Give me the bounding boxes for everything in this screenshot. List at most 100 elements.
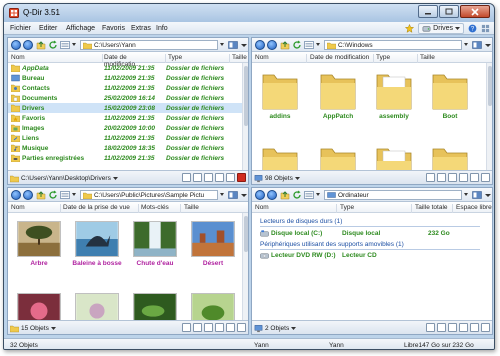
section-removable[interactable]: Périphériques utilisant des supports amo… <box>260 241 404 248</box>
layout-icon[interactable] <box>228 40 238 50</box>
folder-item[interactable]: assembly <box>372 69 416 120</box>
address-bar[interactable]: C:\Users\Public\Pictures\Sample Pictu <box>80 190 218 200</box>
address-dropdown[interactable] <box>464 43 468 46</box>
column-size[interactable]: Taille <box>232 54 248 63</box>
column-total-size[interactable]: Taille totale <box>415 204 453 213</box>
view-mode-icon[interactable] <box>304 190 314 200</box>
view-mode-dropdown[interactable] <box>72 43 76 46</box>
folder-item[interactable]: Boot <box>428 69 472 120</box>
properties-icon[interactable] <box>481 323 490 332</box>
menu-info[interactable]: Info <box>156 25 168 32</box>
copy-icon[interactable] <box>204 173 213 182</box>
copy-icon[interactable] <box>448 173 457 182</box>
pane-options-icon[interactable] <box>483 190 493 200</box>
forward-button[interactable] <box>267 190 277 200</box>
paste-icon[interactable] <box>215 173 224 182</box>
properties-icon[interactable] <box>481 173 490 182</box>
thumbnail-item[interactable]: Baleine à bosse <box>72 221 122 267</box>
refresh-icon[interactable] <box>292 40 302 50</box>
folder-up-icon[interactable] <box>36 190 46 200</box>
thumbnail-item[interactable]: Désert <box>188 221 238 267</box>
column-type[interactable]: Type <box>376 54 418 63</box>
menu-editer[interactable]: Editer <box>39 25 57 32</box>
vertical-scrollbar[interactable] <box>242 213 248 320</box>
filter-icon[interactable] <box>426 173 435 182</box>
pane-options-icon[interactable] <box>483 40 493 50</box>
column-date[interactable]: Date de modificatio... <box>104 54 166 68</box>
column-name[interactable]: Nom <box>255 204 337 213</box>
address-dropdown[interactable] <box>464 193 468 196</box>
rename-icon[interactable] <box>470 323 479 332</box>
paste-icon[interactable] <box>459 173 468 182</box>
filter-icon[interactable] <box>182 323 191 332</box>
list-item[interactable]: Documents 25/02/2009 16:14 Dossier de fi… <box>8 93 244 103</box>
column-date-taken[interactable]: Date de la prise de vue <box>63 204 139 213</box>
drive-c-row[interactable]: Disque local (C:) <box>260 229 322 238</box>
star-icon[interactable] <box>405 24 415 33</box>
cut-icon[interactable] <box>193 173 202 182</box>
scroll-thumb[interactable] <box>488 66 492 106</box>
close-button[interactable] <box>460 5 490 18</box>
copy-icon[interactable] <box>448 323 457 332</box>
folder-item[interactable] <box>428 143 472 173</box>
column-type[interactable]: Type <box>168 54 230 63</box>
paste-icon[interactable] <box>215 323 224 332</box>
forward-button[interactable] <box>23 40 33 50</box>
column-size[interactable]: Taille <box>420 54 460 63</box>
folder-up-icon[interactable] <box>280 190 290 200</box>
delete-icon[interactable] <box>237 173 246 182</box>
cut-icon[interactable] <box>437 173 446 182</box>
menu-fichier[interactable]: Fichier <box>10 25 31 32</box>
drives-button[interactable]: Drives <box>418 23 464 34</box>
refresh-icon[interactable] <box>48 190 58 200</box>
menu-affichage[interactable]: Affichage <box>66 25 95 32</box>
address-dropdown[interactable] <box>220 43 224 46</box>
column-name[interactable]: Nom <box>11 204 61 213</box>
title-bar[interactable]: Q-Dir 3.51 <box>4 4 494 22</box>
address-bar[interactable]: C:\Windows <box>324 40 462 50</box>
list-item[interactable]: Bureau 11/02/2009 21:35 Dossier de fichi… <box>8 73 244 83</box>
chevron-down-icon[interactable] <box>50 326 56 331</box>
section-hard-drives[interactable]: Lecteurs de disques durs (1) <box>260 218 342 225</box>
layout-icon[interactable] <box>472 190 482 200</box>
chevron-down-icon[interactable] <box>112 176 118 181</box>
view-mode-dropdown[interactable] <box>72 193 76 196</box>
rename-icon[interactable] <box>226 173 235 182</box>
address-bar[interactable]: Ordinateur <box>324 190 462 200</box>
vertical-scrollbar[interactable] <box>242 63 248 170</box>
list-item[interactable]: Liens 11/02/2009 21:35 Dossier de fichie… <box>8 133 244 143</box>
list-item[interactable]: AppData 11/02/2009 21:35 Dossier de fich… <box>8 63 244 73</box>
folder-item[interactable]: addins <box>258 69 302 120</box>
list-item[interactable]: Parties enregistrées 11/02/2009 21:35 Do… <box>8 153 244 163</box>
folder-item[interactable] <box>372 143 416 173</box>
back-button[interactable] <box>11 40 21 50</box>
back-button[interactable] <box>255 190 265 200</box>
view-mode-icon[interactable] <box>60 40 70 50</box>
list-item[interactable]: Favoris 11/02/2009 21:35 Dossier de fich… <box>8 113 244 123</box>
thumbnail-item[interactable]: Chute d'eau <box>130 221 180 267</box>
rename-icon[interactable] <box>470 173 479 182</box>
menu-favoris[interactable]: Favoris <box>102 25 125 32</box>
grid-icon[interactable] <box>481 24 490 33</box>
view-mode-dropdown[interactable] <box>316 43 320 46</box>
vertical-scrollbar[interactable] <box>486 63 492 170</box>
paste-icon[interactable] <box>459 323 468 332</box>
chevron-down-icon[interactable] <box>294 176 300 181</box>
list-item-selected[interactable]: Drivers 15/02/2009 23:08 Dossier de fich… <box>8 103 244 113</box>
list-item[interactable]: Contacts 11/02/2009 21:35 Dossier de fic… <box>8 83 244 93</box>
folder-item[interactable] <box>258 143 302 173</box>
pane-options-icon[interactable] <box>239 190 249 200</box>
column-name[interactable]: Nom <box>255 54 307 63</box>
rename-icon[interactable] <box>226 323 235 332</box>
list-item[interactable]: Images 20/02/2009 10:00 Dossier de fichi… <box>8 123 244 133</box>
view-mode-dropdown[interactable] <box>316 193 320 196</box>
folder-up-icon[interactable] <box>36 40 46 50</box>
back-button[interactable] <box>11 190 21 200</box>
pane-options-icon[interactable] <box>239 40 249 50</box>
refresh-icon[interactable] <box>292 190 302 200</box>
list-item[interactable]: Musique 18/02/2009 18:35 Dossier de fich… <box>8 143 244 153</box>
maximize-button[interactable] <box>439 5 459 18</box>
properties-icon[interactable] <box>237 323 246 332</box>
folder-item[interactable] <box>316 143 360 173</box>
copy-icon[interactable] <box>204 323 213 332</box>
